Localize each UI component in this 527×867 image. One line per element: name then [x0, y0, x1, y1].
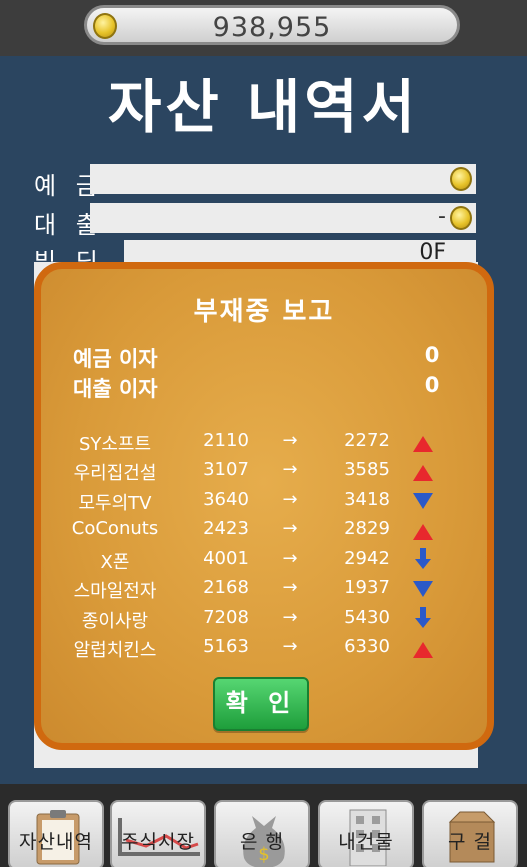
stock-name: X폰	[100, 552, 130, 573]
stock-to-price: 2272	[344, 430, 390, 451]
stock-from-price: 2168	[203, 577, 249, 598]
stock-row: 종이사랑 7208 → 5430	[41, 607, 487, 635]
loan-value: -	[438, 204, 446, 229]
arrow-right-icon: →	[282, 459, 298, 480]
coin-icon	[450, 167, 472, 191]
nav-bank[interactable]: $ 은 행	[214, 800, 310, 867]
deposit-field	[90, 164, 476, 194]
loan-field: -	[90, 203, 476, 233]
arrow-right-icon: →	[282, 607, 298, 628]
nav-label: 자산내역	[19, 831, 93, 853]
stock-to-price: 6330	[344, 636, 390, 657]
arrow-right-icon: →	[282, 636, 298, 657]
stock-name: 모두의TV	[78, 493, 152, 514]
loan-interest-label: 대출 이자	[73, 377, 158, 401]
trend-down-icon	[413, 493, 433, 511]
absence-report-dialog: 부재중 보고 예금 이자 0 대출 이자 0 SY소프트 2110 → 2272…	[34, 262, 494, 750]
stock-to-price: 1937	[344, 577, 390, 598]
stock-row: 알럽치킨스 5163 → 6330	[41, 636, 487, 664]
trend-up-icon	[413, 434, 433, 452]
stock-from-price: 2423	[203, 518, 249, 539]
nav-asset-report[interactable]: 자산내역	[8, 800, 104, 867]
stock-name: 알럽치킨스	[73, 640, 157, 661]
deposit-interest-value: 0	[424, 343, 440, 367]
confirm-button[interactable]: 확 인	[213, 677, 309, 731]
arrow-right-icon: →	[282, 489, 298, 510]
trend-down-icon	[413, 581, 433, 599]
stock-from-price: 4001	[203, 548, 249, 569]
trend-up-icon	[413, 522, 433, 540]
dialog-title: 부재중 보고	[193, 297, 335, 327]
stock-row: CoConuts 2423 → 2829	[41, 518, 487, 546]
stock-name: 종이사랑	[81, 611, 149, 632]
arrow-right-icon: →	[282, 577, 298, 598]
stock-row: 스마일전자 2168 → 1937	[41, 577, 487, 605]
deposit-interest-label: 예금 이자	[73, 347, 158, 371]
nav-my-building[interactable]: 내건물	[318, 800, 414, 867]
stock-to-price: 2829	[344, 518, 390, 539]
stock-name: CoConuts	[71, 518, 159, 539]
stock-from-price: 5163	[203, 636, 249, 657]
stock-to-price: 2942	[344, 548, 390, 569]
arrow-right-icon: →	[282, 518, 298, 539]
coin-icon	[450, 206, 472, 230]
arrow-right-icon: →	[282, 548, 298, 569]
stock-from-price: 7208	[203, 607, 249, 628]
nav-begging[interactable]: 구 걸	[422, 800, 518, 867]
stock-name: 스마일전자	[73, 581, 157, 602]
nav-stock-market[interactable]: 주식시장	[110, 800, 206, 867]
stock-row: X폰 4001 → 2942	[41, 548, 487, 576]
nav-label: 주식시장	[121, 831, 195, 853]
coin-amount: 938,955	[212, 12, 332, 43]
stock-to-price: 3585	[344, 459, 390, 480]
stock-name: SY소프트	[78, 434, 152, 455]
nav-label: 은 행	[240, 831, 284, 853]
stock-row: 모두의TV 3640 → 3418	[41, 489, 487, 517]
stock-from-price: 2110	[203, 430, 249, 451]
stock-name: 우리집건설	[73, 463, 157, 484]
stock-from-price: 3107	[203, 459, 249, 480]
page-title: 자산 내역서	[108, 73, 419, 141]
stock-from-price: 3640	[203, 489, 249, 510]
top-bar: 938,955	[0, 0, 527, 56]
trend-up-icon	[413, 640, 433, 658]
stock-row: 우리집건설 3107 → 3585	[41, 459, 487, 487]
coin-balance: 938,955	[84, 5, 460, 45]
trend-up-icon	[413, 463, 433, 481]
stock-row: SY소프트 2110 → 2272	[41, 430, 487, 458]
nav-label: 내건물	[338, 831, 394, 853]
stock-to-price: 5430	[344, 607, 390, 628]
arrow-right-icon: →	[282, 430, 298, 451]
bottom-nav: 자산내역 주식시장 $ 은 행 내건물 구 걸	[0, 784, 527, 867]
nav-label: 구 걸	[448, 831, 492, 853]
stock-to-price: 3418	[344, 489, 390, 510]
loan-interest-value: 0	[424, 373, 440, 397]
